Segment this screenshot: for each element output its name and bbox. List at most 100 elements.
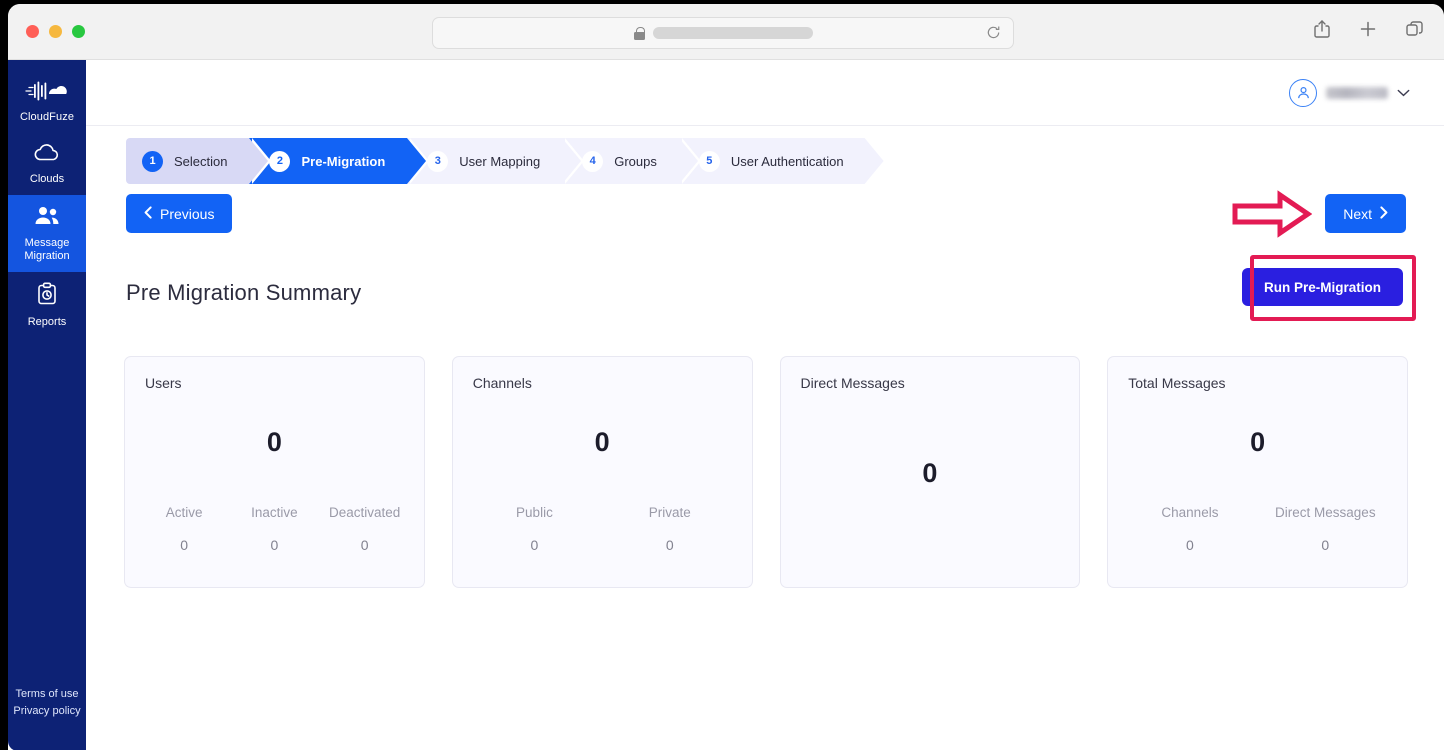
previous-button-label: Previous [160, 206, 214, 222]
address-bar[interactable] [432, 17, 1014, 49]
maximize-window-button[interactable] [72, 25, 85, 38]
card-stats: Public 0 Private 0 [467, 505, 738, 553]
clipboard-clock-icon [35, 282, 59, 311]
page-title: Pre Migration Summary [126, 280, 361, 306]
user-avatar-icon [1289, 79, 1317, 107]
sidebar-item-label-reports: Reports [28, 316, 67, 329]
stat-value: 0 [1122, 537, 1257, 553]
sidebar-item-clouds[interactable]: Clouds [8, 133, 88, 195]
share-icon[interactable] [1313, 19, 1331, 39]
stat-value: 0 [467, 537, 602, 553]
step-badge: 5 [699, 151, 720, 172]
card-value: 0 [125, 427, 424, 458]
screen: CloudFuze Clouds [0, 0, 1444, 750]
stat-value: 0 [1258, 537, 1393, 553]
red-arrow-annotation [1232, 190, 1312, 238]
stat-value: 0 [320, 537, 410, 553]
reload-icon[interactable] [986, 25, 1001, 40]
step-badge: 1 [142, 151, 163, 172]
next-button[interactable]: Next [1325, 194, 1406, 233]
step-label: User Mapping [459, 154, 540, 169]
sidebar-item-reports[interactable]: Reports [8, 272, 88, 338]
step-selection[interactable]: 1 Selection [126, 138, 249, 184]
url-text-redacted [653, 27, 813, 39]
migration-stepper: 1 Selection 2 Pre-Migration 3 User Mappi… [126, 138, 884, 184]
stat-channels: Channels 0 [1122, 505, 1257, 553]
stat-label: Deactivated [320, 505, 410, 520]
card-value: 0 [1108, 427, 1407, 458]
step-badge: 3 [427, 151, 448, 172]
browser-chrome-bar [8, 4, 1444, 60]
new-tab-icon[interactable] [1359, 20, 1377, 38]
stat-direct-messages: Direct Messages 0 [1258, 505, 1393, 553]
step-label: Selection [174, 154, 227, 169]
sidebar-item-label-message-migration: Message Migration [24, 237, 69, 263]
browser-actions [1313, 19, 1424, 39]
step-badge: 2 [269, 151, 290, 172]
stat-label: Direct Messages [1258, 505, 1393, 520]
stat-value: 0 [229, 537, 319, 553]
account-name-redacted [1326, 87, 1388, 99]
step-label: Pre-Migration [301, 154, 385, 169]
summary-cards: Users 0 Active 0 Inactive 0 [124, 356, 1408, 588]
card-total-messages: Total Messages 0 Channels 0 Direct Messa… [1107, 356, 1408, 588]
users-icon [33, 205, 61, 232]
account-menu[interactable] [1289, 79, 1410, 107]
card-title: Total Messages [1128, 375, 1387, 391]
step-user-authentication[interactable]: 5 User Authentication [679, 138, 884, 184]
app-topbar [86, 60, 1444, 126]
step-label: User Authentication [731, 154, 844, 169]
card-value: 0 [453, 427, 752, 458]
run-pre-migration-button[interactable]: Run Pre-Migration [1242, 268, 1403, 306]
card-title: Users [145, 375, 404, 391]
chevron-right-icon [1380, 206, 1388, 221]
application-area: CloudFuze Clouds [8, 60, 1444, 750]
card-channels: Channels 0 Public 0 Private 0 [452, 356, 753, 588]
close-window-button[interactable] [26, 25, 39, 38]
run-pre-migration-label: Run Pre-Migration [1264, 280, 1381, 295]
stat-public: Public 0 [467, 505, 602, 553]
chevron-left-icon [144, 206, 152, 221]
stat-deactivated: Deactivated 0 [320, 505, 410, 553]
card-stats: Channels 0 Direct Messages 0 [1122, 505, 1393, 553]
stat-label: Channels [1122, 505, 1257, 520]
minimize-window-button[interactable] [49, 25, 62, 38]
sidebar-item-label-clouds: Clouds [30, 173, 64, 186]
sidebar-item-message-migration[interactable]: Message Migration [8, 195, 88, 272]
cloud-icon [34, 143, 60, 168]
cloudfuze-logo-icon [25, 80, 69, 107]
stat-inactive: Inactive 0 [229, 505, 319, 553]
step-user-mapping[interactable]: 3 User Mapping [407, 138, 562, 184]
previous-button[interactable]: Previous [126, 194, 232, 233]
card-value: 0 [781, 357, 1080, 589]
next-button-label: Next [1343, 206, 1372, 222]
stat-label: Inactive [229, 505, 319, 520]
stat-label: Private [602, 505, 737, 520]
tab-overview-icon[interactable] [1405, 20, 1424, 39]
stat-label: Public [467, 505, 602, 520]
main-content: 1 Selection 2 Pre-Migration 3 User Mappi… [86, 60, 1444, 750]
sidebar: CloudFuze Clouds [8, 60, 86, 750]
terms-of-use-link[interactable]: Terms of use [16, 688, 79, 700]
stat-value: 0 [139, 537, 229, 553]
window-traffic-lights [26, 25, 85, 38]
browser-window: CloudFuze Clouds [8, 4, 1444, 750]
brand-block[interactable]: CloudFuze [8, 74, 86, 133]
chevron-down-icon [1397, 86, 1410, 99]
step-badge: 4 [582, 151, 603, 172]
step-label: Groups [614, 154, 657, 169]
stat-label: Active [139, 505, 229, 520]
sidebar-footer: Terms of use Privacy policy [13, 688, 80, 750]
stat-private: Private 0 [602, 505, 737, 553]
card-title: Channels [473, 375, 732, 391]
card-direct-messages: Direct Messages 0 [780, 356, 1081, 588]
stat-value: 0 [602, 537, 737, 553]
privacy-policy-link[interactable]: Privacy policy [13, 705, 80, 717]
address-bar-content [433, 18, 1013, 48]
card-users: Users 0 Active 0 Inactive 0 [124, 356, 425, 588]
stat-active: Active 0 [139, 505, 229, 553]
step-pre-migration[interactable]: 2 Pre-Migration [249, 138, 407, 184]
card-stats: Active 0 Inactive 0 Deactivated 0 [139, 505, 410, 553]
brand-label: CloudFuze [20, 111, 74, 123]
lock-icon [634, 27, 645, 40]
